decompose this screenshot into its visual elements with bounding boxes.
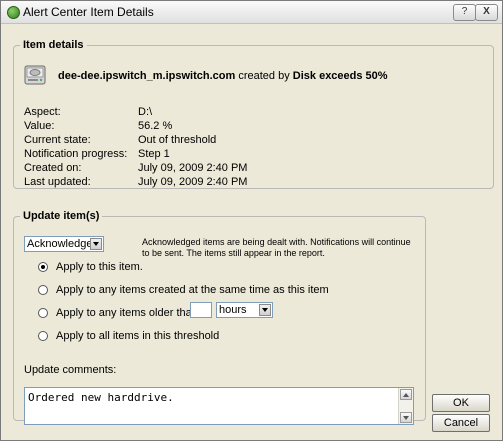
scroll-down-icon[interactable] bbox=[400, 412, 412, 423]
action-select[interactable]: Acknowledge bbox=[24, 236, 104, 252]
older-than-value-input[interactable] bbox=[190, 302, 212, 318]
older-than-unit-value: hours bbox=[219, 304, 247, 316]
created-on-value: July 09, 2009 2:40 PM bbox=[138, 162, 248, 174]
chevron-down-icon[interactable] bbox=[90, 238, 102, 250]
comments-scrollbar[interactable] bbox=[398, 388, 413, 424]
apply-older-than-label: Apply to any items older than bbox=[56, 307, 198, 319]
apply-all-threshold-label: Apply to all items in this threshold bbox=[56, 330, 220, 342]
ok-button[interactable]: OK bbox=[432, 394, 490, 412]
item-details-legend: Item details bbox=[23, 39, 84, 51]
window-title: Alert Center Item Details bbox=[23, 5, 154, 19]
close-button[interactable]: X bbox=[475, 4, 498, 21]
help-button[interactable]: ? bbox=[453, 4, 476, 21]
last-updated-value: July 09, 2009 2:40 PM bbox=[138, 176, 248, 188]
created-on-label: Created on: bbox=[24, 162, 82, 174]
item-details-group: Item details dee-dee.ipswitch_m.ipswitch… bbox=[13, 39, 494, 189]
scroll-up-icon[interactable] bbox=[400, 389, 412, 400]
update-items-group: Update item(s) Acknowledge Acknowledged … bbox=[13, 210, 426, 425]
dialog-window: Alert Center Item Details ? X Item detai… bbox=[0, 0, 503, 441]
host-name: dee-dee.ipswitch_m.ipswitch.com bbox=[58, 70, 236, 82]
older-than-unit-select[interactable]: hours bbox=[216, 302, 273, 318]
created-by-text: created by bbox=[238, 70, 290, 82]
action-select-value: Acknowledge bbox=[27, 238, 93, 250]
notification-progress-label: Notification progress: bbox=[24, 148, 128, 160]
update-comments-label: Update comments: bbox=[24, 364, 117, 376]
last-updated-label: Last updated: bbox=[24, 176, 91, 188]
apply-same-time-radio[interactable] bbox=[38, 285, 48, 295]
update-comments-textarea[interactable]: Ordered new harddrive. bbox=[24, 387, 414, 425]
apply-all-threshold-radio[interactable] bbox=[38, 331, 48, 341]
update-comments-text: Ordered new harddrive. bbox=[28, 391, 174, 404]
aspect-value: D:\ bbox=[138, 106, 153, 118]
aspect-label: Aspect: bbox=[24, 106, 61, 118]
value-label: Value: bbox=[24, 120, 55, 132]
cancel-button[interactable]: Cancel bbox=[432, 414, 490, 432]
apply-this-item-radio[interactable] bbox=[38, 262, 48, 272]
monitor-name: Disk exceeds 50% bbox=[292, 70, 388, 82]
apply-this-item-label: Apply to this item. bbox=[56, 261, 143, 273]
notification-progress-value: Step 1 bbox=[138, 148, 170, 160]
apply-older-than-radio[interactable] bbox=[38, 308, 48, 318]
acknowledge-note: Acknowledged items are being dealt with.… bbox=[142, 237, 411, 258]
title-bar[interactable]: Alert Center Item Details ? X bbox=[1, 1, 502, 24]
hard-drive-icon bbox=[24, 65, 46, 85]
apply-same-time-label: Apply to any items created at the same t… bbox=[56, 284, 329, 296]
chevron-down-icon[interactable] bbox=[259, 304, 271, 316]
item-header: dee-dee.ipswitch_m.ipswitch.com created … bbox=[58, 70, 388, 82]
update-items-legend: Update item(s) bbox=[23, 210, 100, 222]
app-icon bbox=[7, 6, 20, 19]
current-state-label: Current state: bbox=[24, 134, 91, 146]
value-value: 56.2 % bbox=[138, 120, 173, 132]
current-state-value: Out of threshold bbox=[138, 134, 217, 146]
